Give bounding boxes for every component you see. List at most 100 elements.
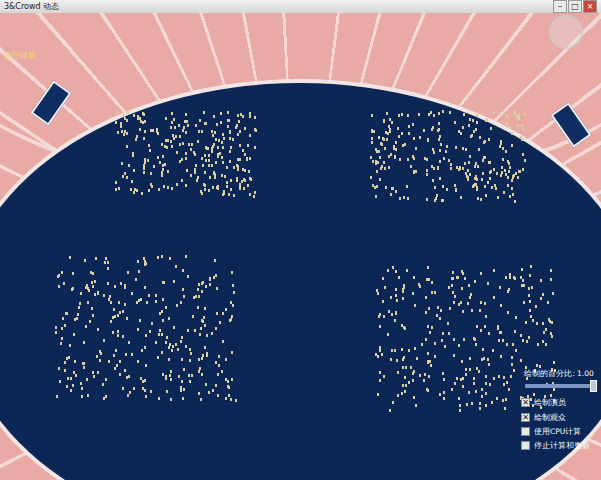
agent <box>499 331 501 334</box>
agent <box>539 365 541 368</box>
field <box>0 79 601 480</box>
agent <box>165 377 167 380</box>
agent <box>425 338 427 341</box>
window-button[interactable]: × <box>583 0 597 13</box>
agent <box>431 281 433 284</box>
agent <box>379 371 381 374</box>
agent <box>463 113 465 116</box>
agent <box>428 375 430 378</box>
agent <box>493 168 495 171</box>
agent <box>186 120 188 123</box>
agent <box>469 118 471 121</box>
agent <box>431 165 433 168</box>
agent <box>222 133 224 136</box>
agent <box>456 377 458 380</box>
agent <box>515 316 517 319</box>
agent <box>403 284 405 287</box>
agent <box>454 295 456 298</box>
agent <box>244 169 246 172</box>
agent <box>385 186 387 189</box>
agent <box>201 192 203 195</box>
agent <box>513 276 515 279</box>
agent <box>178 375 180 378</box>
agent <box>222 340 224 343</box>
agent <box>484 302 486 305</box>
checkbox-row[interactable]: ✕绘制观众 <box>521 412 597 423</box>
agent <box>86 378 88 381</box>
agent <box>449 307 451 310</box>
agent <box>520 334 522 337</box>
agent <box>232 284 234 287</box>
agent <box>150 390 152 393</box>
agent <box>388 125 390 128</box>
agent <box>162 373 164 376</box>
agent <box>186 169 188 172</box>
agent <box>381 165 383 168</box>
agent <box>175 135 177 138</box>
window-button[interactable]: – <box>553 0 567 13</box>
agent <box>145 364 147 367</box>
agent <box>402 297 404 300</box>
agent <box>237 168 239 171</box>
agent <box>497 196 499 199</box>
agent <box>161 351 163 354</box>
agent <box>408 132 410 135</box>
agent <box>433 114 435 117</box>
agent <box>533 393 535 396</box>
agent <box>413 137 415 140</box>
agent <box>381 353 383 356</box>
agent <box>211 130 213 133</box>
agent <box>462 167 464 170</box>
agent <box>403 326 405 329</box>
agent <box>505 276 507 279</box>
checkbox[interactable] <box>521 427 530 436</box>
agent <box>179 160 181 163</box>
agent <box>474 165 476 168</box>
tunnel <box>31 80 72 125</box>
agent <box>511 363 513 366</box>
percent-slider[interactable] <box>525 384 597 388</box>
agent <box>458 303 460 306</box>
checkbox[interactable]: ✕ <box>521 398 530 407</box>
agent <box>205 383 207 386</box>
agent <box>511 356 513 359</box>
agent <box>415 170 417 173</box>
agent <box>117 334 119 337</box>
agent <box>371 141 373 144</box>
agent <box>72 384 74 387</box>
window-button[interactable]: □ <box>568 0 582 13</box>
agent <box>230 301 232 304</box>
agent <box>438 138 440 141</box>
agent <box>229 160 231 163</box>
checkbox[interactable] <box>521 441 530 450</box>
agent <box>190 352 192 355</box>
agent <box>102 383 104 386</box>
agent <box>55 326 57 329</box>
slider-thumb[interactable] <box>590 380 597 392</box>
agent <box>162 298 164 301</box>
checkbox-row[interactable]: ✕绘制演员 <box>521 397 597 408</box>
agent <box>522 128 524 131</box>
checkbox-row[interactable]: 停止计算和更新 <box>521 440 597 451</box>
agent <box>481 178 483 181</box>
agent <box>117 314 119 317</box>
agent <box>175 343 177 346</box>
agent <box>166 390 168 393</box>
agent <box>496 397 498 400</box>
agent <box>128 375 130 378</box>
checkbox[interactable]: ✕ <box>521 413 530 422</box>
agent <box>448 332 450 335</box>
agent <box>189 359 191 362</box>
agent <box>524 159 526 162</box>
agent <box>462 272 464 275</box>
agent <box>431 291 433 294</box>
agent <box>144 158 146 161</box>
agent <box>485 392 487 395</box>
agent <box>175 265 177 268</box>
agent <box>489 383 491 386</box>
checkbox-row[interactable]: 使用CPU计算 <box>521 426 597 437</box>
agent <box>466 403 468 406</box>
agent <box>58 367 60 370</box>
stadium-view[interactable]: 进行计算 绘制的百分比: 1.00✕绘制演员✕绘制观众使用CPU计算停止计算和更… <box>0 13 601 480</box>
agent <box>235 399 237 402</box>
